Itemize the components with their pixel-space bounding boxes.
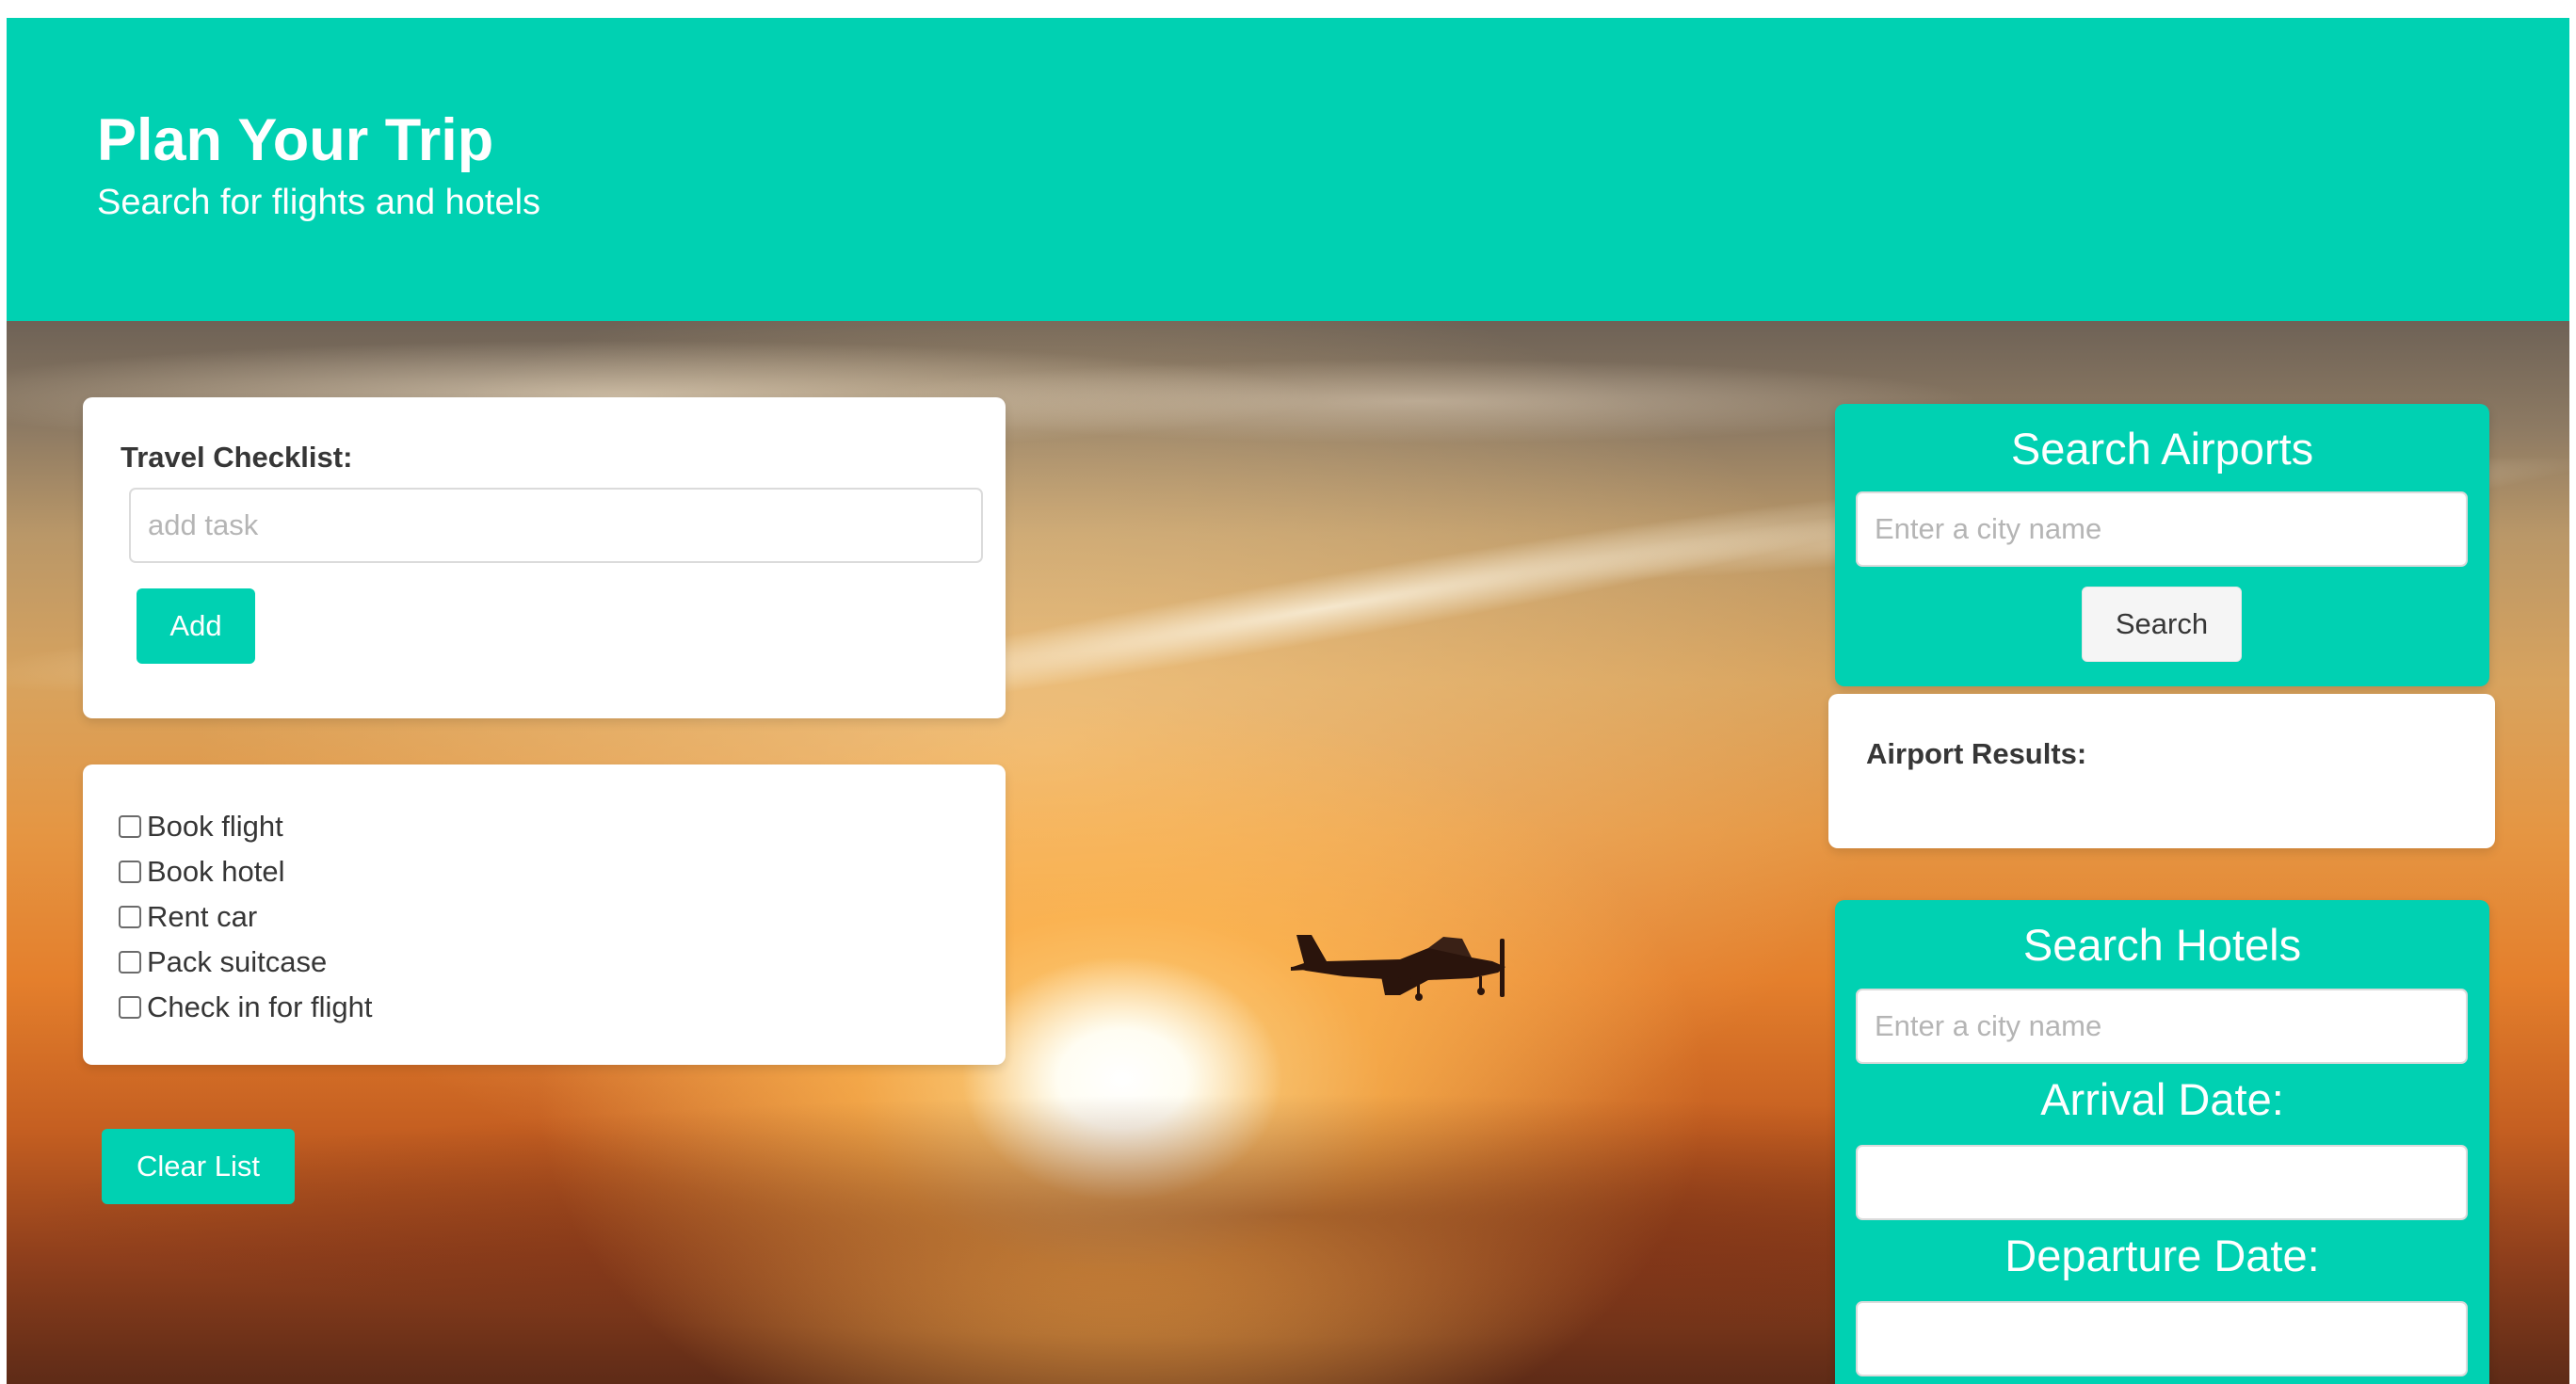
arrival-date-label: Arrival Date: bbox=[2040, 1074, 2284, 1124]
list-item: Check in for flight bbox=[119, 985, 373, 1030]
task-checkbox[interactable] bbox=[119, 815, 141, 838]
page: Plan Your Trip Search for flights and ho… bbox=[7, 18, 2569, 1384]
search-airports-title: Search Airports bbox=[2010, 424, 2314, 474]
page-title: Plan Your Trip bbox=[97, 107, 494, 173]
clear-list-button[interactable]: Clear List bbox=[102, 1129, 295, 1204]
search-hotels-panel: Search Hotels Arrival Date: Departure Da… bbox=[1835, 900, 2489, 1384]
task-list-card: Book flight Book hotel Rent car Pack sui… bbox=[83, 764, 1006, 1065]
task-checkbox[interactable] bbox=[119, 861, 141, 883]
task-label: Book flight bbox=[147, 810, 283, 843]
arrival-date-input[interactable] bbox=[1856, 1145, 2468, 1220]
task-checkbox[interactable] bbox=[119, 906, 141, 928]
task-label: Rent car bbox=[147, 900, 258, 933]
checklist-label: Travel Checklist: bbox=[121, 441, 353, 474]
airport-city-input[interactable] bbox=[1856, 491, 2468, 567]
task-input[interactable] bbox=[129, 488, 983, 563]
hero-banner: Plan Your Trip Search for flights and ho… bbox=[7, 18, 2569, 321]
departure-date-label: Departure Date: bbox=[2004, 1231, 2320, 1280]
add-task-button[interactable]: Add bbox=[137, 588, 255, 664]
departure-date-input[interactable] bbox=[1856, 1301, 2468, 1376]
cloud-streak bbox=[854, 359, 1984, 443]
task-checkbox[interactable] bbox=[119, 996, 141, 1019]
hotel-city-input[interactable] bbox=[1856, 989, 2468, 1064]
airport-results-card: Airport Results: bbox=[1828, 694, 2495, 848]
task-checkbox[interactable] bbox=[119, 951, 141, 974]
list-item: Rent car bbox=[119, 894, 373, 940]
task-label: Book hotel bbox=[147, 855, 285, 888]
page-subtitle: Search for flights and hotels bbox=[97, 183, 541, 222]
list-item: Book hotel bbox=[119, 849, 373, 894]
list-item: Book flight bbox=[119, 804, 373, 849]
task-list: Book flight Book hotel Rent car Pack sui… bbox=[119, 804, 373, 1030]
airplane-silhouette-icon bbox=[1291, 935, 1505, 1001]
search-airports-button[interactable]: Search bbox=[2082, 587, 2242, 662]
search-airports-panel: Search Airports Search bbox=[1835, 404, 2489, 686]
task-label: Check in for flight bbox=[147, 990, 373, 1023]
list-item: Pack suitcase bbox=[119, 940, 373, 985]
task-label: Pack suitcase bbox=[147, 945, 328, 978]
checklist-card: Travel Checklist: Add bbox=[83, 397, 1006, 718]
search-hotels-title: Search Hotels bbox=[2022, 920, 2302, 970]
airport-results-label: Airport Results: bbox=[1866, 737, 2087, 770]
